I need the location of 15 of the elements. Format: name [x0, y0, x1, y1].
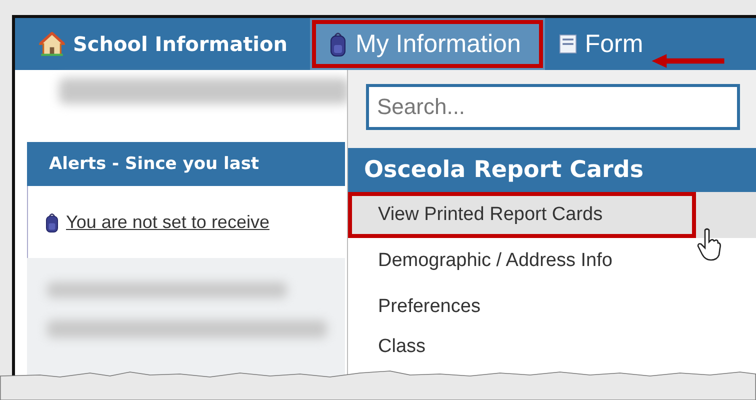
- nav-tab[interactable]: School Information: [29, 18, 298, 70]
- menu-item[interactable]: Class: [348, 330, 756, 364]
- form-icon: [558, 34, 577, 54]
- alert-link[interactable]: You are not set to receive: [66, 212, 270, 232]
- menu-item[interactable]: View Printed Report Cards: [348, 192, 696, 238]
- hand-cursor-icon: [697, 228, 721, 262]
- house-icon: [39, 32, 65, 56]
- menu-item[interactable]: Preferences: [348, 284, 756, 330]
- nav-tab[interactable]: Form: [544, 18, 654, 70]
- panel-title: Alerts - Since you last: [27, 142, 345, 186]
- menu-section-title: Osceola Report Cards: [348, 148, 756, 192]
- menu-item[interactable]: Demographic / Address Info: [348, 238, 756, 284]
- search-field[interactable]: Search...: [366, 84, 740, 130]
- backpack-icon: [44, 212, 60, 232]
- backpack-icon: [328, 31, 348, 57]
